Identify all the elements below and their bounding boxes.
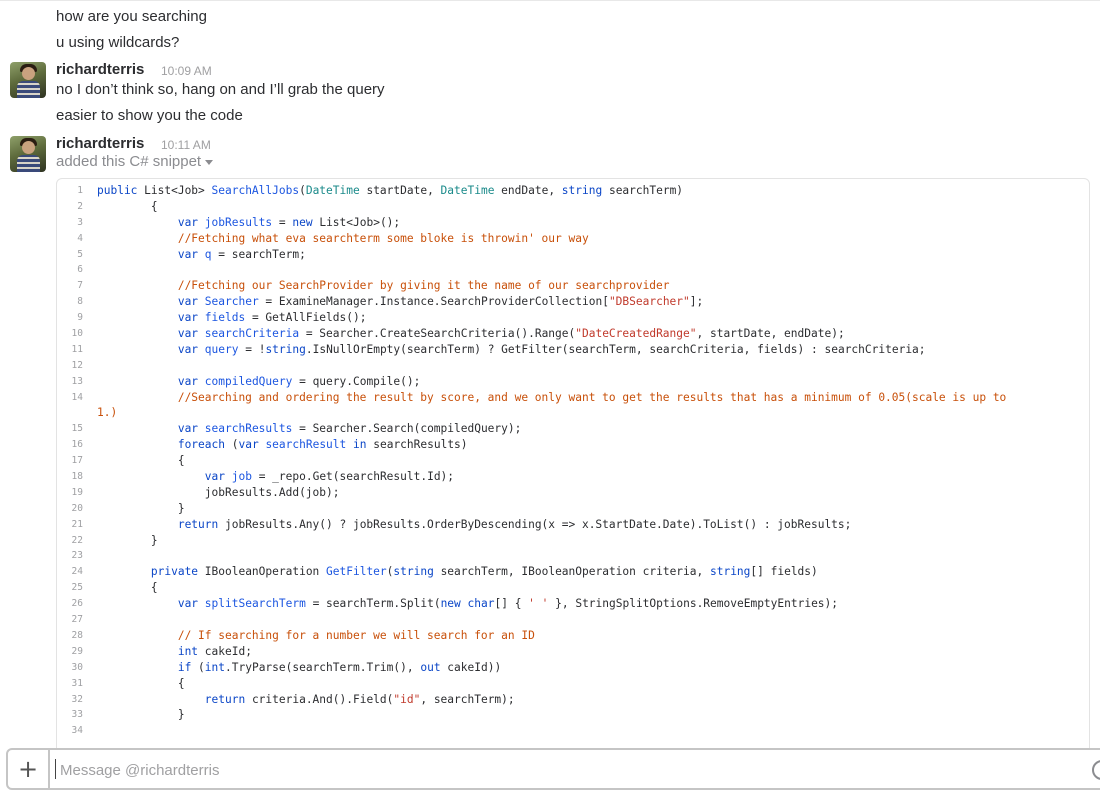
avatar[interactable] — [10, 136, 46, 172]
code-line: 3 var jobResults = new List<Job>(); — [77, 215, 401, 229]
code-line: 23 — [71, 550, 83, 562]
message-text: u using wildcards? — [56, 34, 180, 51]
code-line: 29 int cakeId; — [71, 644, 252, 658]
code-line: 2 { — [77, 199, 158, 213]
code-line: 13 var compiledQuery = query.Compile(); — [71, 374, 421, 388]
code-line: 27 — [71, 614, 83, 626]
code-line: 21 return jobResults.Any() ? jobResults.… — [71, 517, 852, 531]
code-line: 26 var splitSearchTerm = searchTerm.Spli… — [71, 597, 839, 611]
snippet-action[interactable]: added this C# snippet — [56, 152, 214, 172]
code-line: 17 { — [71, 454, 185, 468]
code-line: 32 return criteria.And().Field("id", sea… — [71, 692, 515, 706]
snippet-action-label: added this C# snippet — [56, 153, 202, 170]
code-line: 9 var fields = GetAllFields(); — [77, 311, 367, 325]
code-line: 22 } — [71, 533, 158, 547]
code-line: 12 — [71, 359, 83, 371]
code-line: 4 //Fetching what eva searchterm some bl… — [77, 231, 589, 245]
top-divider — [0, 0, 1100, 1]
chevron-down-icon[interactable] — [205, 159, 214, 165]
code-snippet[interactable]: 1 public List<Job> SearchAllJobs(DateTime… — [56, 178, 1090, 752]
timestamp[interactable]: 10:09 AM — [161, 61, 212, 81]
code-line: 30 if (int.TryParse(searchTerm.Trim(), o… — [71, 660, 502, 674]
code-line: 8 var Searcher = ExamineManager.Instance… — [77, 295, 704, 309]
code-line: 31 { — [71, 676, 185, 690]
code-line: 25 { — [71, 581, 158, 595]
username[interactable]: richardterris — [56, 60, 144, 80]
code-line: 14 //Searching and ordering the result b… — [71, 390, 1007, 404]
plus-icon[interactable]: + — [8, 750, 50, 788]
message-text: no I don’t think so, hang on and I’ll gr… — [56, 81, 385, 98]
emoji-icon[interactable] — [1092, 760, 1100, 780]
code-line: 6 — [77, 264, 83, 276]
code-line: 11 var query = !string.IsNullOrEmpty(sea… — [71, 342, 926, 356]
avatar[interactable] — [10, 62, 46, 98]
code-line: 15 var searchResults = Searcher.Search(c… — [71, 422, 522, 436]
code-line: 7 //Fetching our SearchProvider by givin… — [77, 279, 670, 293]
code-line: 18 var job = _repo.Get(searchResult.Id); — [71, 470, 455, 484]
username[interactable]: richardterris — [56, 134, 144, 154]
code-line: 24 private IBooleanOperation GetFilter(s… — [71, 565, 818, 579]
code-line: 28 // If searching for a number we will … — [71, 628, 535, 642]
code-line: 5 var q = searchTerm; — [77, 247, 306, 261]
text-cursor — [55, 759, 56, 779]
message-text: easier to show you the code — [56, 107, 243, 124]
code-line: 16 foreach (var searchResult in searchRe… — [71, 438, 468, 452]
code-line: 34 — [71, 725, 83, 737]
message-input[interactable] — [58, 750, 1062, 790]
code-line: 33 } — [71, 708, 185, 722]
message-composer[interactable]: + — [6, 748, 1100, 790]
code-line: 10 var searchCriteria = Searcher.CreateS… — [71, 327, 845, 341]
code-line: 1.) — [97, 406, 118, 420]
code-line: 20 } — [71, 501, 185, 515]
code-line: 19 jobResults.Add(job); — [71, 485, 340, 499]
code-line: 1 public List<Job> SearchAllJobs(DateTime… — [77, 184, 684, 197]
message-text: how are you searching — [56, 8, 207, 25]
